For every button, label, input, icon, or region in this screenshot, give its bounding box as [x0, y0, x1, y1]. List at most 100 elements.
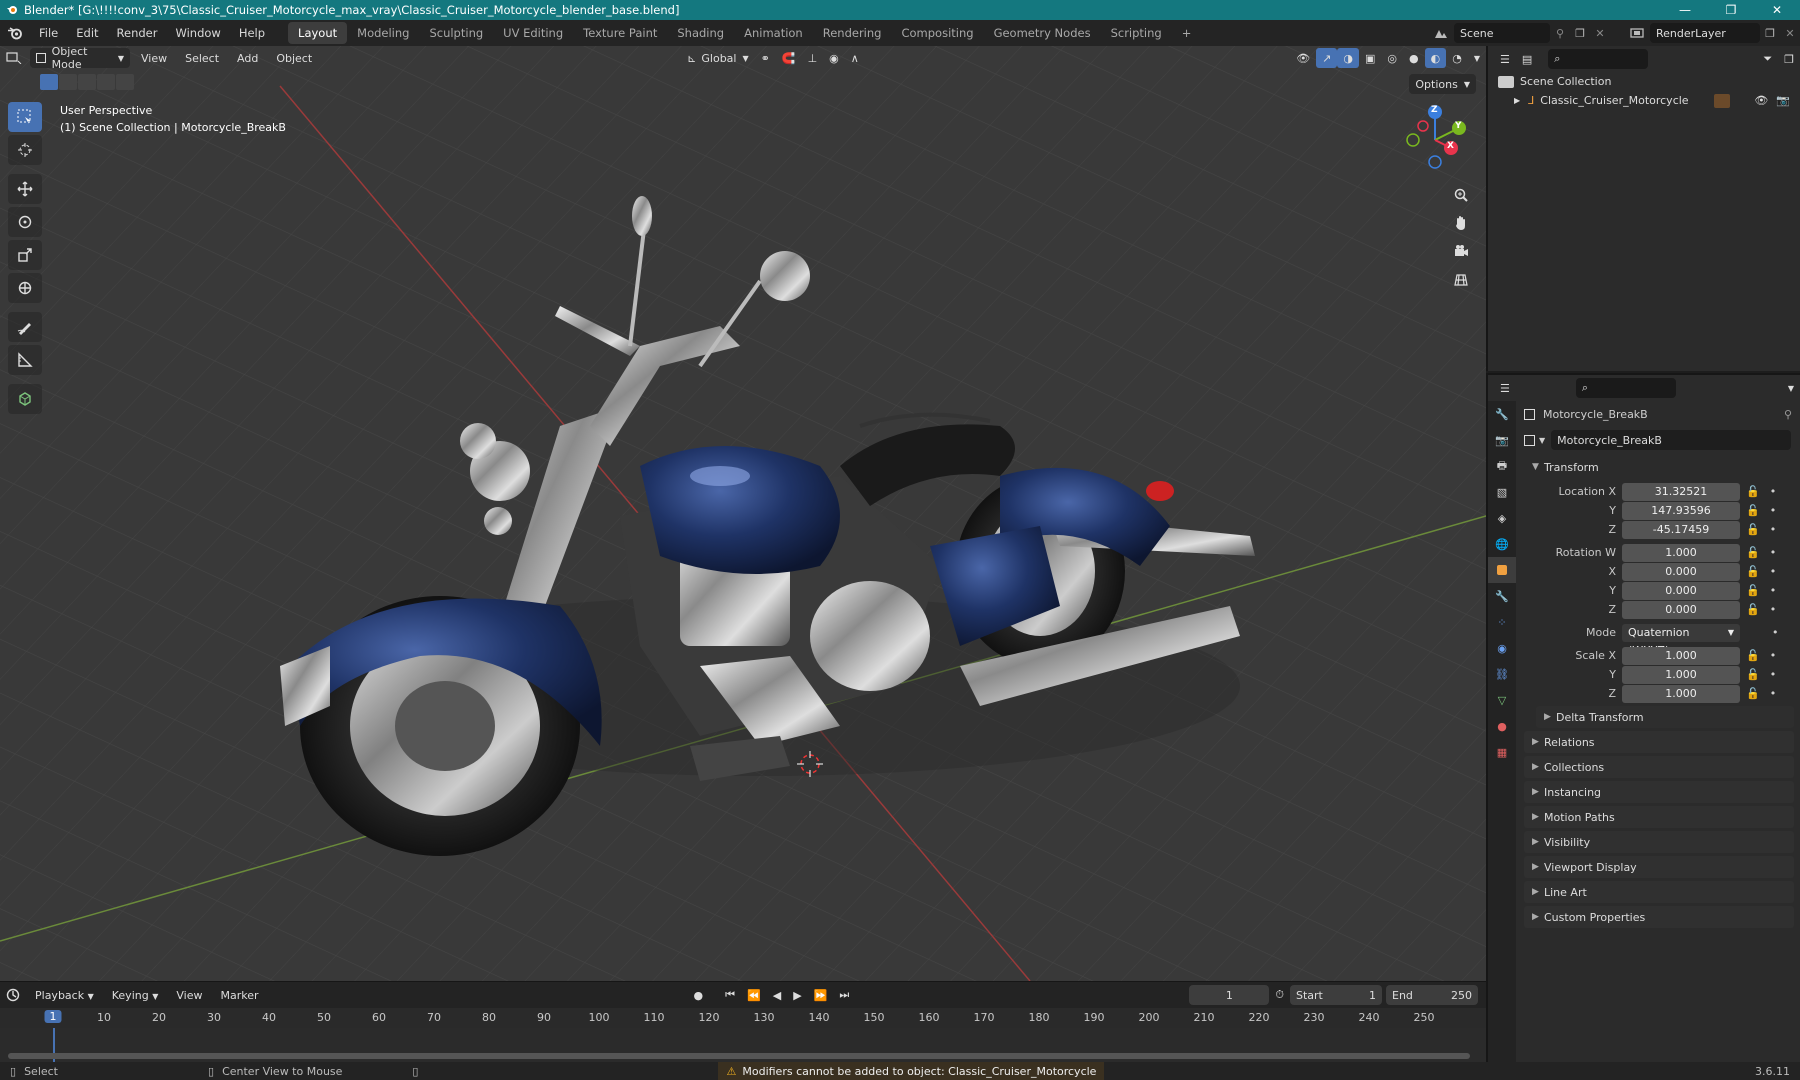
camera-icon[interactable]: 📷 [1776, 94, 1790, 107]
rotation-z-field[interactable]: 0.000 [1622, 600, 1740, 619]
tab-sculpting[interactable]: Sculpting [419, 22, 493, 44]
lock-icon[interactable]: 🔓 [1746, 687, 1760, 700]
shading-wireframe-icon[interactable]: ◎ [1381, 48, 1403, 68]
minimize-button[interactable]: — [1662, 0, 1708, 20]
menu-marker[interactable]: Marker [211, 989, 267, 1002]
timeline-editor-icon[interactable] [0, 985, 26, 1005]
shading-solid-icon[interactable]: ● [1403, 48, 1425, 68]
tab-modeling[interactable]: Modeling [347, 22, 419, 44]
lock-icon[interactable]: 🔓 [1746, 668, 1760, 681]
tab-shading[interactable]: Shading [667, 22, 734, 44]
menu-view[interactable]: View [132, 52, 176, 65]
expand-arrow-icon[interactable]: ▶ [1514, 96, 1520, 105]
play-reverse-icon[interactable]: ◀ [767, 985, 787, 1005]
keyframe-dot-icon[interactable]: • [1772, 626, 1779, 639]
properties-editor-icon[interactable]: ☰ [1494, 378, 1516, 398]
lock-icon[interactable]: 🔓 [1746, 485, 1760, 498]
tab-geometry-nodes[interactable]: Geometry Nodes [984, 22, 1101, 44]
viewport-display-panel-header[interactable]: ▶ Viewport Display [1524, 856, 1794, 878]
proportional-edit-icon[interactable]: ◉ [823, 48, 845, 68]
stopwatch-icon[interactable]: ⏱ [1269, 985, 1290, 1005]
physics-tab-icon[interactable]: ◉ [1488, 635, 1516, 661]
relations-panel-header[interactable]: ▶ Relations [1524, 731, 1794, 753]
filter-icon[interactable]: ⏷ [1757, 49, 1778, 69]
scale-x-field[interactable]: 1.000 [1622, 646, 1740, 665]
current-frame-field[interactable]: 1 [1189, 985, 1270, 1005]
collections-panel-header[interactable]: ▶ Collections [1524, 756, 1794, 778]
rotation-w-field[interactable]: 1.000 [1622, 543, 1740, 562]
end-frame-field[interactable]: End 250 [1386, 985, 1478, 1005]
start-frame-field[interactable]: Start 1 [1290, 985, 1382, 1005]
shading-options-icon[interactable]: ▼ [1468, 48, 1486, 68]
object-datablock-icon[interactable] [1524, 434, 1535, 446]
menu-keying[interactable]: Keying ▼ [103, 989, 168, 1002]
orientation-dropdown[interactable]: ⊾ Global ▼ [681, 48, 754, 68]
pivot-icon[interactable]: ⚭ [755, 48, 776, 68]
select-box-tool-icon[interactable] [8, 102, 42, 132]
eye-icon[interactable]: 👁 [1754, 94, 1768, 107]
keyframe-dot-icon[interactable]: • [1770, 523, 1777, 536]
lock-icon[interactable]: 🔓 [1746, 565, 1760, 578]
keyframe-dot-icon[interactable]: • [1770, 485, 1777, 498]
cursor-tool-icon[interactable] [8, 135, 42, 165]
visibility-panel-header[interactable]: ▶ Visibility [1524, 831, 1794, 853]
menu-timeline-view[interactable]: View [167, 989, 211, 1002]
pin-icon[interactable]: ⚲ [1784, 408, 1792, 421]
scale-y-field[interactable]: 1.000 [1622, 665, 1740, 684]
outliner-editor-icon[interactable]: ☰ [1494, 49, 1516, 69]
location-y-field[interactable]: 147.93596 [1622, 501, 1740, 520]
tab-compositing[interactable]: Compositing [891, 22, 983, 44]
properties-search-input[interactable]: ⌕ [1575, 378, 1676, 398]
lock-icon[interactable]: 🔓 [1746, 523, 1760, 536]
rotation-y-field[interactable]: 0.000 [1622, 581, 1740, 600]
prev-keyframe-icon[interactable]: ⏪ [741, 985, 767, 1005]
scene-icon[interactable] [1428, 27, 1454, 39]
visibility-icon[interactable]: 👁 [1290, 48, 1316, 68]
delete-layer-icon[interactable]: ✕ [1780, 27, 1800, 40]
chevron-down-icon[interactable]: ▼ [1782, 378, 1800, 398]
lock-icon[interactable]: 🔓 [1746, 649, 1760, 662]
keyframe-dot-icon[interactable]: • [1770, 668, 1777, 681]
rotation-x-field[interactable]: 0.000 [1622, 562, 1740, 581]
tab-animation[interactable]: Animation [734, 22, 813, 44]
select-extend-icon[interactable] [59, 74, 77, 90]
lock-icon[interactable]: 🔓 [1746, 504, 1760, 517]
next-keyframe-icon[interactable]: ⏩ [808, 985, 834, 1005]
scale-z-field[interactable]: 1.000 [1622, 684, 1740, 703]
keyframe-dot-icon[interactable]: • [1770, 546, 1777, 559]
keyframe-dot-icon[interactable]: • [1770, 603, 1777, 616]
object-tab-icon[interactable] [1488, 557, 1516, 583]
menu-render[interactable]: Render [108, 26, 167, 40]
close-button[interactable]: ✕ [1754, 0, 1800, 20]
zoom-icon[interactable] [1448, 182, 1474, 208]
snap-icon[interactable]: 🧲 [776, 48, 802, 68]
tool-tab-icon[interactable]: 🔧 [1488, 401, 1516, 427]
editor-type-icon[interactable] [0, 48, 28, 68]
camera-view-icon[interactable] [1448, 238, 1474, 264]
scene-tab-icon[interactable]: ◈ [1488, 505, 1516, 531]
new-collection-icon[interactable]: ❐ [1778, 49, 1800, 69]
falloff-icon[interactable]: ∧ [845, 48, 865, 68]
scene-collection-row[interactable]: Scene Collection [1488, 72, 1800, 91]
gizmo-toggle-icon[interactable]: ↗ [1316, 48, 1338, 68]
annotate-tool-icon[interactable] [8, 312, 42, 342]
line-art-panel-header[interactable]: ▶ Line Art [1524, 881, 1794, 903]
object-name[interactable]: Motorcycle_BreakB [1543, 408, 1648, 421]
shading-rendered-icon[interactable]: ◔ [1446, 48, 1468, 68]
keyframe-dot-icon[interactable]: • [1770, 504, 1777, 517]
data-tab-icon[interactable]: ▽ [1488, 687, 1516, 713]
render-tab-icon[interactable]: 📷 [1488, 427, 1516, 453]
3d-viewport[interactable]: Object Mode ▼ View Select Add Object ⊾ G… [0, 46, 1486, 981]
maximize-button[interactable]: ❐ [1708, 0, 1754, 20]
new-scene-icon[interactable]: ❐ [1570, 27, 1590, 40]
modifiers-tab-icon[interactable]: 🔧 [1488, 583, 1516, 609]
texture-tab-icon[interactable]: ▦ [1488, 739, 1516, 765]
render-layer-selector[interactable]: RenderLayer [1650, 23, 1760, 43]
timeline-ruler[interactable]: 1 10 20 30 40 50 60 70 80 90 100 110 120… [0, 1008, 1486, 1028]
rotate-tool-icon[interactable] [8, 207, 42, 237]
keyframe-dot-icon[interactable]: • [1770, 687, 1777, 700]
pan-hand-icon[interactable] [1448, 210, 1474, 236]
menu-playback[interactable]: Playback ▼ [26, 989, 103, 1002]
delta-transform-header[interactable]: ▶ Delta Transform [1536, 706, 1794, 728]
menu-add[interactable]: Add [228, 52, 267, 65]
